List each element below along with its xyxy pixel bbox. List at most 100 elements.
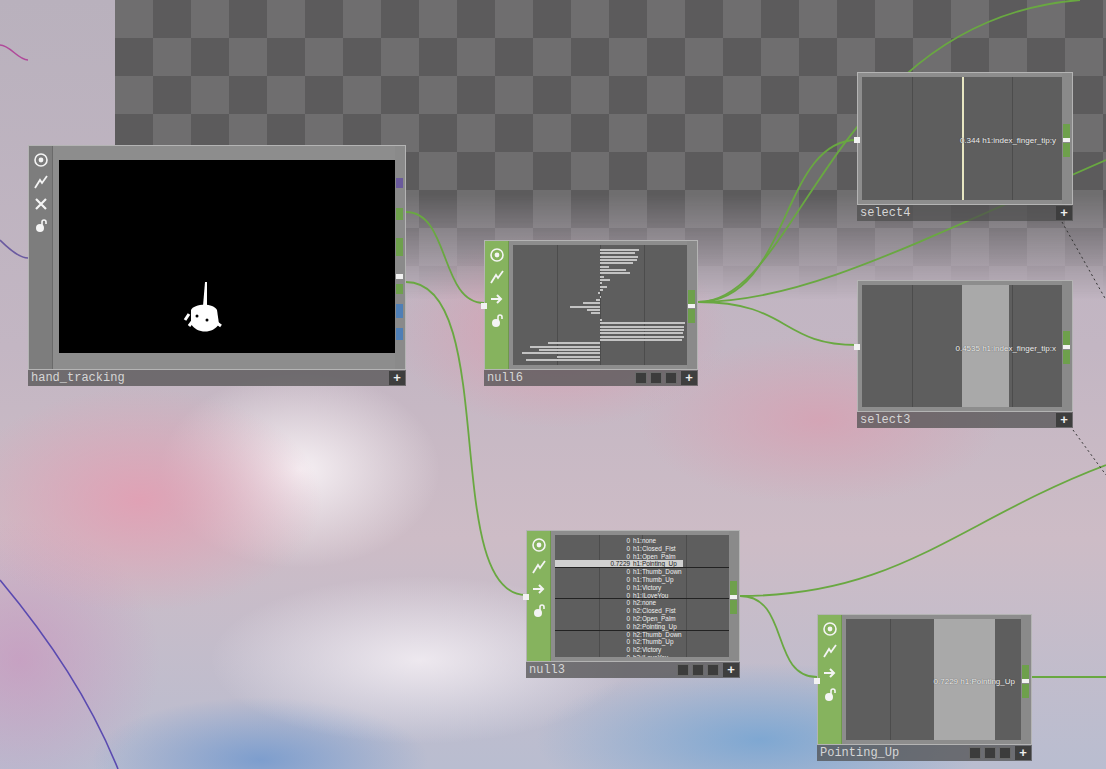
node-name[interactable]: hand_tracking — [28, 371, 125, 385]
lock-icon[interactable] — [822, 687, 838, 703]
node-body[interactable]: 0h1:none0h1:Closed_Fist0h1:Open_Palm0.72… — [526, 530, 740, 662]
connector-tab[interactable] — [730, 600, 737, 614]
channel-row[interactable]: 0h2:Thumb_Up — [555, 638, 729, 646]
output-connectors[interactable] — [1062, 73, 1072, 204]
node-flag-button[interactable] — [707, 664, 719, 676]
node-body[interactable]: 0.344 h1:index_finger_tip:y — [857, 72, 1073, 205]
channel-row[interactable]: 0.7229h1:Pointing_Up — [555, 560, 729, 568]
input-connector[interactable] — [481, 303, 487, 309]
channel-row[interactable]: 0h1:Victory — [555, 584, 729, 592]
node-name[interactable]: Pointing_Up — [817, 746, 899, 760]
add-button[interactable]: + — [1056, 413, 1072, 427]
channel-row[interactable]: 0h2:Victory — [555, 646, 729, 654]
channel-row[interactable]: 0h1:Thumb_Up — [555, 576, 729, 584]
node-flag-button[interactable] — [665, 372, 677, 384]
operator-node[interactable]: 0h1:none0h1:Closed_Fist0h1:Open_Palm0.72… — [526, 530, 740, 678]
node-body[interactable]: 0.4535 h1:index_finger_tip:x — [857, 280, 1073, 412]
connector-tab[interactable] — [1063, 138, 1070, 142]
node-flag-button[interactable] — [677, 664, 689, 676]
node-body[interactable]: 0.7229 h1:Pointing_Up — [817, 614, 1032, 745]
node-flag-button[interactable] — [969, 747, 981, 759]
cook-icon[interactable] — [531, 559, 547, 575]
export-icon[interactable] — [531, 581, 547, 597]
node-flag-button[interactable] — [999, 747, 1011, 759]
cook-icon[interactable] — [822, 643, 838, 659]
channel-row[interactable]: 0h1:Closed_Fist — [555, 545, 729, 553]
connector-tab[interactable] — [688, 290, 695, 304]
channel-row[interactable]: 0h2:ILoveYou — [555, 654, 729, 657]
channel-row[interactable]: 0h1:none — [555, 537, 729, 545]
connector-tab[interactable] — [396, 238, 403, 256]
connector-tab[interactable] — [688, 304, 695, 308]
connector-tab[interactable] — [1063, 331, 1070, 345]
operator-node[interactable]: 0.344 h1:index_finger_tip:yselect4 + — [857, 72, 1073, 221]
node-body[interactable] — [484, 240, 698, 370]
connector-tab[interactable] — [1063, 143, 1070, 157]
connector-tab[interactable] — [396, 328, 403, 340]
viewer-icon[interactable] — [822, 621, 838, 637]
operator-node[interactable]: 0.7229 h1:Pointing_UpPointing_Up + — [817, 614, 1032, 761]
viewer-icon[interactable] — [489, 247, 505, 263]
channel-row[interactable]: 0h1:ILoveYou — [555, 592, 729, 600]
connector-tab[interactable] — [396, 208, 403, 220]
node-body[interactable] — [28, 145, 406, 370]
add-button[interactable]: + — [1056, 206, 1072, 220]
node-flag-button[interactable] — [635, 372, 647, 384]
connector-tab[interactable] — [1063, 124, 1070, 138]
connector-tab[interactable] — [1063, 345, 1070, 349]
connector-tab[interactable] — [730, 595, 737, 599]
chart-row — [513, 296, 687, 298]
input-connector[interactable] — [854, 137, 860, 143]
input-connector[interactable] — [814, 678, 820, 684]
connector-tab[interactable] — [1022, 665, 1029, 679]
operator-node[interactable]: 0.4535 h1:index_finger_tip:xselect3 + — [857, 280, 1073, 428]
connector-tab[interactable] — [1022, 679, 1029, 683]
lock-icon[interactable] — [531, 603, 547, 619]
input-connector[interactable] — [854, 344, 860, 350]
connector-tab[interactable] — [730, 581, 737, 595]
export-icon[interactable] — [489, 291, 505, 307]
channel-row[interactable]: 0h1:Open_Palm — [555, 553, 729, 561]
node-name[interactable]: select3 — [857, 413, 910, 427]
channel-row[interactable]: 0h2:Closed_Fist — [555, 607, 729, 615]
node-flag-button[interactable] — [650, 372, 662, 384]
lock-icon[interactable] — [33, 218, 49, 234]
node-name[interactable]: select4 — [857, 206, 910, 220]
add-button[interactable]: + — [681, 371, 697, 385]
channel-row[interactable]: 0h1:Thumb_Down — [555, 568, 729, 576]
connector-tab[interactable] — [396, 284, 403, 294]
operator-node[interactable]: hand_tracking + — [28, 145, 406, 386]
node-flag-button[interactable] — [984, 747, 996, 759]
add-button[interactable]: + — [1015, 746, 1031, 760]
node-flag-button[interactable] — [692, 664, 704, 676]
network-canvas[interactable]: hand_tracking + null6 +0.344 h1:index_finge… — [0, 0, 1106, 769]
output-connectors[interactable] — [729, 531, 739, 661]
export-icon[interactable] — [822, 665, 838, 681]
add-button[interactable]: + — [723, 663, 739, 677]
connector-tab[interactable] — [688, 309, 695, 323]
connector-tab[interactable] — [396, 274, 403, 279]
channel-row[interactable]: 0h2:Thumb_Down — [555, 631, 729, 639]
cook-icon[interactable] — [33, 174, 49, 190]
connector-tab[interactable] — [396, 178, 403, 188]
operator-node[interactable]: null6 + — [484, 240, 698, 386]
connector-tab[interactable] — [396, 304, 403, 318]
input-connector[interactable] — [523, 594, 529, 600]
node-name[interactable]: null3 — [526, 663, 565, 677]
add-button[interactable]: + — [389, 371, 405, 385]
output-connectors[interactable] — [1021, 615, 1031, 744]
channel-row[interactable]: 0h2:none — [555, 599, 729, 607]
output-connectors[interactable] — [1062, 281, 1072, 411]
output-connectors[interactable] — [395, 146, 405, 369]
viewer-icon[interactable] — [33, 152, 49, 168]
connector-tab[interactable] — [1022, 684, 1029, 698]
cook-icon[interactable] — [489, 269, 505, 285]
output-connectors[interactable] — [687, 241, 697, 369]
lock-icon[interactable] — [489, 313, 505, 329]
channel-row[interactable]: 0h2:Open_Palm — [555, 615, 729, 623]
channel-row[interactable]: 0h2:Pointing_Up — [555, 623, 729, 631]
node-name[interactable]: null6 — [484, 371, 523, 385]
connector-tab[interactable] — [1063, 350, 1070, 364]
viewer-icon[interactable] — [531, 537, 547, 553]
bypass-icon[interactable] — [33, 196, 49, 212]
